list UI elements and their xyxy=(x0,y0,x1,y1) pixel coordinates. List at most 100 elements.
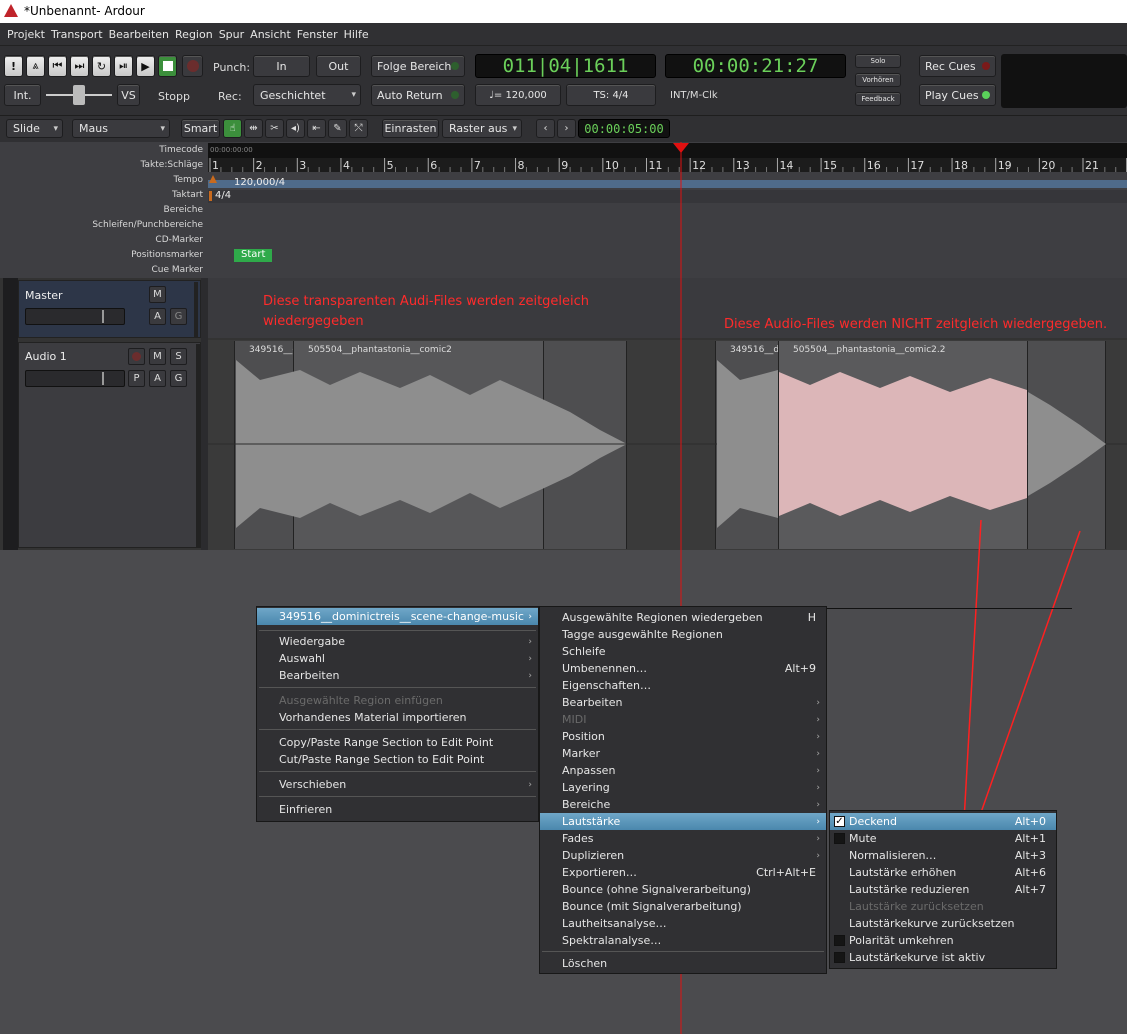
region_menu-item-9[interactable]: Anpassen › xyxy=(540,762,826,779)
checkbox-icon[interactable] xyxy=(834,833,845,844)
bar-label: 8 xyxy=(517,159,525,172)
bar-label: 6 xyxy=(430,159,438,172)
annotation-arrow-1 xyxy=(963,519,982,822)
menu-cut-paste-range[interactable]: Cut/Paste Range Section to Edit Point xyxy=(257,751,538,768)
region_menu-item-0[interactable]: Ausgewählte Regionen wiedergeben H xyxy=(540,609,826,626)
gain_menu-item-2[interactable]: Normalisieren… Alt+3 xyxy=(830,847,1056,864)
gain_menu-item-1[interactable]: Mute Alt+1 xyxy=(830,830,1056,847)
menu-copy-paste-range[interactable]: Copy/Paste Range Section to Edit Point xyxy=(257,734,538,751)
region_menu-item-7[interactable]: Position › xyxy=(540,728,826,745)
waveform-right-opaque xyxy=(779,372,1027,516)
checkbox-icon[interactable]: ✓ xyxy=(834,816,845,827)
menu-item-label: Vorhandenes Material importieren xyxy=(279,711,467,724)
menu-item-label: Lautstärkekurve ist aktiv xyxy=(849,951,986,964)
region_menu-item-15[interactable]: Exportieren… Ctrl+Alt+E xyxy=(540,864,826,881)
bar-label: 5 xyxy=(386,159,394,172)
bar-label: 11 xyxy=(648,159,663,172)
menu-einfrieren[interactable]: Einfrieren xyxy=(257,801,538,818)
gain_menu-item-4[interactable]: Lautstärke reduzieren Alt+7 xyxy=(830,881,1056,898)
checkbox-icon[interactable] xyxy=(834,952,845,963)
playhead-marker-icon[interactable] xyxy=(673,143,689,153)
gain_menu-item-0[interactable]: ✓ Deckend Alt+0 xyxy=(830,813,1056,830)
bar-label: 16 xyxy=(866,159,881,172)
gain_menu-item-5: Lautstärke zurücksetzen xyxy=(830,898,1056,915)
menu-separator xyxy=(542,951,824,952)
region_menu-item-12[interactable]: Lautstärke › xyxy=(540,813,826,830)
menu-insert-region: Ausgewählte Region einfügen xyxy=(257,692,538,709)
region_menu-item-18[interactable]: Lautheitsanalyse… xyxy=(540,915,826,932)
menu-item-shortcut: Alt+1 xyxy=(1014,832,1046,845)
region_menu-item-5[interactable]: Bearbeiten › xyxy=(540,694,826,711)
menu-item-shortcut: Alt+0 xyxy=(1014,815,1046,828)
menu-bearbeiten[interactable]: Bearbeiten › xyxy=(257,667,538,684)
menu-item-label: Bounce (ohne Signalverarbeitung) xyxy=(562,883,751,896)
menu-item-label: Umbenennen… xyxy=(562,662,647,675)
region_menu-item-17[interactable]: Bounce (mit Signalverarbeitung) xyxy=(540,898,826,915)
bar-label: 19 xyxy=(997,159,1012,172)
region_menu-item-1[interactable]: Tagge ausgewählte Regionen xyxy=(540,626,826,643)
region_menu-item-20[interactable]: Löschen xyxy=(540,955,826,972)
menu-item-label: Eigenschaften… xyxy=(562,679,651,692)
submenu-arrow-icon: › xyxy=(816,816,820,827)
submenu-arrow-icon: › xyxy=(816,748,820,759)
menu-item-label: Duplizieren xyxy=(562,849,625,862)
bar-label: 12 xyxy=(692,159,707,172)
submenu-arrow-icon: › xyxy=(816,714,820,725)
bar-label: 7 xyxy=(473,159,481,172)
region_menu-item-14[interactable]: Duplizieren › xyxy=(540,847,826,864)
bar-label: 15 xyxy=(823,159,838,172)
menu-item-label: Löschen xyxy=(562,957,608,970)
gain_menu-item-8[interactable]: Lautstärkekurve ist aktiv xyxy=(830,949,1056,966)
menu-item-label: Copy/Paste Range Section to Edit Point xyxy=(279,736,494,749)
region_menu-item-13[interactable]: Fades › xyxy=(540,830,826,847)
annotation-right: Diese Audio-Files werden NICHT zeitgleic… xyxy=(724,317,1108,332)
region_menu-item-19[interactable]: Spektralanalyse… xyxy=(540,932,826,949)
bar-label: 13 xyxy=(735,159,750,172)
region_menu-item-8[interactable]: Marker › xyxy=(540,745,826,762)
checkbox-icon[interactable] xyxy=(834,935,845,946)
menu-item-label: Lautstärkekurve zurücksetzen xyxy=(849,917,1015,930)
bar-label: 2 xyxy=(255,159,263,172)
menu-item-label: Spektralanalyse… xyxy=(562,934,662,947)
region_menu-item-16[interactable]: Bounce (ohne Signalverarbeitung) xyxy=(540,881,826,898)
submenu-arrow-icon: › xyxy=(816,697,820,708)
menu-verschieben[interactable]: Verschieben › xyxy=(257,776,538,793)
gain_menu-item-3[interactable]: Lautstärke erhöhen Alt+6 xyxy=(830,864,1056,881)
menu-item-label: Lautstärke erhöhen xyxy=(849,866,957,879)
menu-item-label: Fades xyxy=(562,832,594,845)
menu-region-header-label: 349516__dominictreis__scene-change-music xyxy=(279,610,524,623)
menu-region-header[interactable]: 349516__dominictreis__scene-change-music… xyxy=(257,608,538,625)
menu-item-shortcut: Alt+9 xyxy=(784,662,816,675)
menu-item-label: Auswahl xyxy=(279,652,325,665)
menu-item-label: Layering xyxy=(562,781,610,794)
menu-shadow-line xyxy=(826,608,1072,609)
menu-wiedergabe[interactable]: Wiedergabe › xyxy=(257,633,538,650)
region_menu-item-10[interactable]: Layering › xyxy=(540,779,826,796)
region_menu-item-3[interactable]: Umbenennen… Alt+9 xyxy=(540,660,826,677)
menu-item-shortcut: Alt+6 xyxy=(1014,866,1046,879)
gain_menu-item-6[interactable]: Lautstärkekurve zurücksetzen xyxy=(830,915,1056,932)
bar-label: 17 xyxy=(910,159,925,172)
menu-item-label: Exportieren… xyxy=(562,866,637,879)
context-menu: 349516__dominictreis__scene-change-music… xyxy=(256,606,539,822)
bar-label: 3 xyxy=(299,159,307,172)
bar-label: 9 xyxy=(561,159,569,172)
menu-item-label: Lautheitsanalyse… xyxy=(562,917,667,930)
menu-item-shortcut: Alt+7 xyxy=(1014,883,1046,896)
region_menu-item-11[interactable]: Bereiche › xyxy=(540,796,826,813)
submenu-arrow-icon: › xyxy=(816,765,820,776)
menu-auswahl[interactable]: Auswahl › xyxy=(257,650,538,667)
region_menu-item-2[interactable]: Schleife xyxy=(540,643,826,660)
menu-item-label: Mute xyxy=(849,832,877,845)
menu-item-label: Anpassen xyxy=(562,764,616,777)
menu-import-existing[interactable]: Vorhandenes Material importieren xyxy=(257,709,538,726)
menu-item-label: Ausgewählte Region einfügen xyxy=(279,694,443,707)
menu-item-label: Wiedergabe xyxy=(279,635,346,648)
menu-item-label: MIDI xyxy=(562,713,587,726)
gain_menu-item-7[interactable]: Polarität umkehren xyxy=(830,932,1056,949)
menu-item-label: Lautstärke xyxy=(562,815,621,828)
region_menu-item-6: MIDI › xyxy=(540,711,826,728)
menu-item-label: Schleife xyxy=(562,645,606,658)
bar-label: 4 xyxy=(342,159,350,172)
region_menu-item-4[interactable]: Eigenschaften… xyxy=(540,677,826,694)
